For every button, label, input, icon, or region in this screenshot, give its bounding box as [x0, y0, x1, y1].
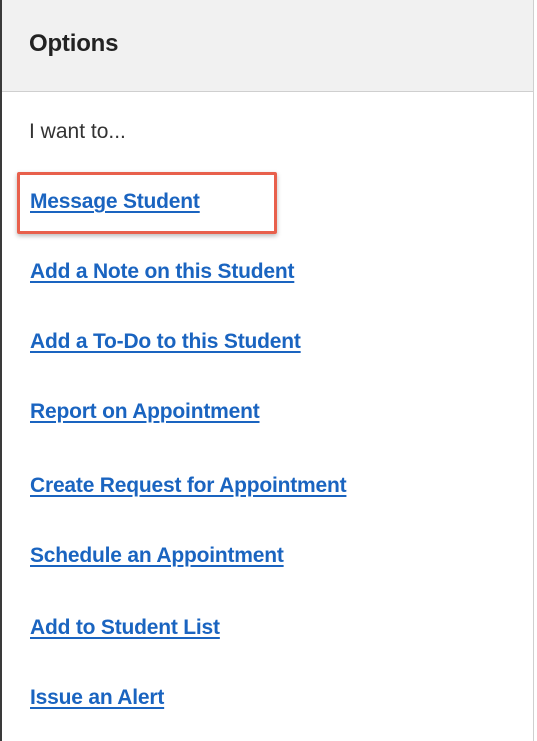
- report-on-appointment-link[interactable]: Report on Appointment: [30, 400, 260, 424]
- panel-header: Options: [2, 0, 533, 92]
- options-panel: Options I want to... Message Student Add…: [0, 0, 534, 741]
- issue-alert-link[interactable]: Issue an Alert: [30, 686, 164, 710]
- schedule-appointment-link[interactable]: Schedule an Appointment: [30, 544, 284, 568]
- create-request-link[interactable]: Create Request for Appointment: [30, 474, 347, 498]
- add-to-student-list-link[interactable]: Add to Student List: [30, 616, 220, 640]
- panel-title: Options: [29, 30, 119, 57]
- add-note-link[interactable]: Add a Note on this Student: [30, 260, 294, 284]
- message-student-link[interactable]: Message Student: [30, 190, 200, 214]
- intro-text: I want to...: [29, 120, 126, 143]
- add-todo-link[interactable]: Add a To-Do to this Student: [30, 330, 301, 354]
- options-list: Message Student Add a Note on this Stude…: [2, 0, 533, 741]
